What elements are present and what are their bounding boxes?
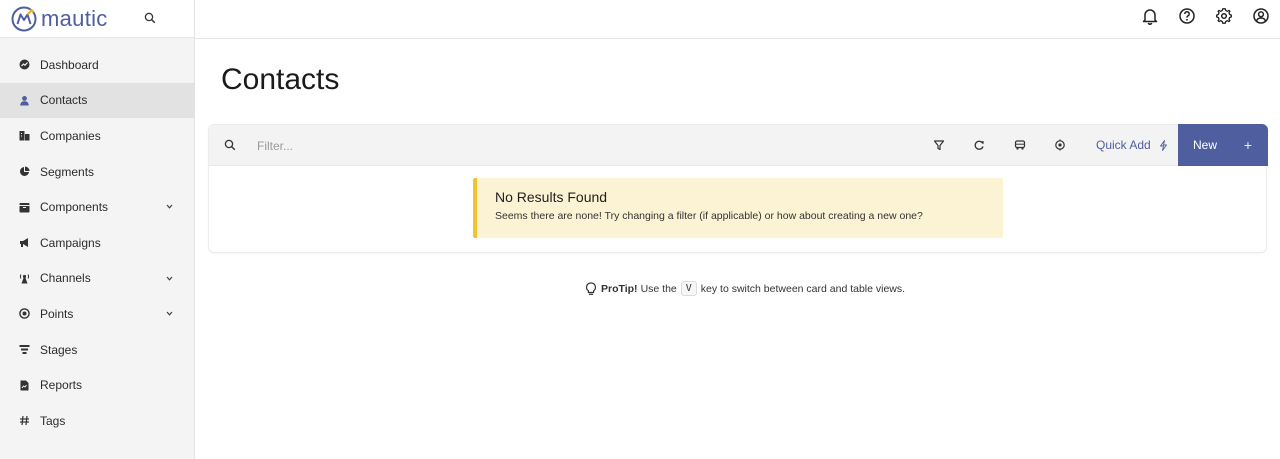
protip-text-after: key to switch between card and table vie… (700, 282, 906, 295)
lightning-icon (1159, 139, 1167, 151)
pie-chart-icon (19, 166, 30, 177)
sidebar-item-dashboard[interactable]: Dashboard (0, 47, 194, 83)
chevron-down-icon[interactable] (165, 309, 174, 318)
search-icon[interactable] (144, 12, 156, 24)
brand-header: mautic (0, 0, 194, 38)
settings-icon[interactable] (1054, 139, 1066, 151)
sidebar: mautic Dashboard Contacts Companies Segm… (0, 0, 195, 459)
search-icon (224, 139, 236, 151)
protip-text-before: Use the (640, 282, 677, 295)
protip: ProTip! Use the V key to switch between … (585, 281, 905, 296)
import-icon[interactable] (1014, 139, 1026, 151)
sidebar-item-label: Points (40, 306, 74, 321)
topbar-divider (195, 38, 1280, 39)
no-results-alert: No Results Found Seems there are none! T… (473, 178, 1003, 238)
page-title: Contacts (221, 63, 340, 96)
filter-input[interactable] (257, 134, 817, 158)
new-button-label: New (1193, 138, 1218, 152)
sidebar-item-label: Channels (40, 271, 91, 286)
building-icon (19, 130, 30, 141)
chevron-down-icon[interactable] (165, 202, 174, 211)
contacts-panel: Quick Add New + No Results Found Seems t… (208, 124, 1268, 253)
alert-text: Seems there are none! Try changing a fil… (495, 210, 923, 222)
sidebar-item-label: Companies (40, 128, 101, 143)
sidebar-item-companies[interactable]: Companies (0, 118, 194, 154)
user-icon (19, 95, 30, 106)
sidebar-item-label: Components (40, 200, 109, 215)
sidebar-item-reports[interactable]: Reports (0, 367, 194, 403)
funnel-icon (19, 344, 30, 355)
broadcast-icon (19, 273, 30, 284)
brand-name[interactable]: mautic (41, 6, 108, 32)
sidebar-item-segments[interactable]: Segments (0, 154, 194, 190)
refresh-icon[interactable] (973, 139, 985, 151)
sidebar-item-tags[interactable]: Tags (0, 403, 194, 439)
report-icon (19, 380, 30, 391)
sidebar-item-label: Dashboard (40, 57, 99, 72)
sidebar-item-label: Contacts (40, 93, 88, 108)
sidebar-item-label: Reports (40, 378, 83, 393)
help-icon[interactable] (1178, 7, 1196, 25)
sidebar-item-channels[interactable]: Channels (0, 261, 194, 297)
hashtag-icon (19, 415, 30, 426)
target-icon (19, 308, 30, 320)
protip-label: ProTip! (601, 282, 638, 295)
bell-icon[interactable] (1141, 7, 1159, 25)
plus-icon: + (1243, 137, 1252, 153)
megaphone-icon (19, 237, 30, 248)
alert-title: No Results Found (495, 189, 608, 205)
sidebar-item-points[interactable]: Points (0, 296, 194, 332)
sidebar-item-label: Tags (40, 413, 66, 428)
new-contact-button[interactable]: New + (1178, 124, 1268, 166)
chevron-down-icon[interactable] (165, 274, 174, 283)
sidebar-item-components[interactable]: Components (0, 189, 194, 225)
mautic-logo-icon[interactable] (11, 6, 37, 32)
app-window: mautic Dashboard Contacts Companies Segm… (0, 0, 1280, 459)
user-circle-icon[interactable] (1252, 7, 1270, 25)
quick-add-button[interactable]: Quick Add (1096, 138, 1168, 152)
sidebar-item-campaigns[interactable]: Campaigns (0, 225, 194, 261)
sidebar-nav: Dashboard Contacts Companies Segments Co… (0, 38, 194, 439)
sidebar-item-contacts[interactable]: Contacts (0, 82, 194, 119)
sidebar-item-label: Stages (40, 342, 78, 357)
keyboard-key: V (680, 281, 697, 296)
dashboard-icon (19, 59, 30, 70)
sidebar-item-label: Campaigns (40, 235, 101, 250)
sidebar-item-stages[interactable]: Stages (0, 332, 194, 368)
list-toolbar: Quick Add New + (209, 124, 1268, 166)
sidebar-item-label: Segments (40, 164, 95, 179)
lightbulb-icon (586, 281, 596, 295)
quick-add-label: Quick Add (1096, 138, 1151, 152)
gear-icon[interactable] (1215, 7, 1233, 25)
filter-icon[interactable] (933, 139, 945, 151)
box-icon (19, 202, 30, 213)
